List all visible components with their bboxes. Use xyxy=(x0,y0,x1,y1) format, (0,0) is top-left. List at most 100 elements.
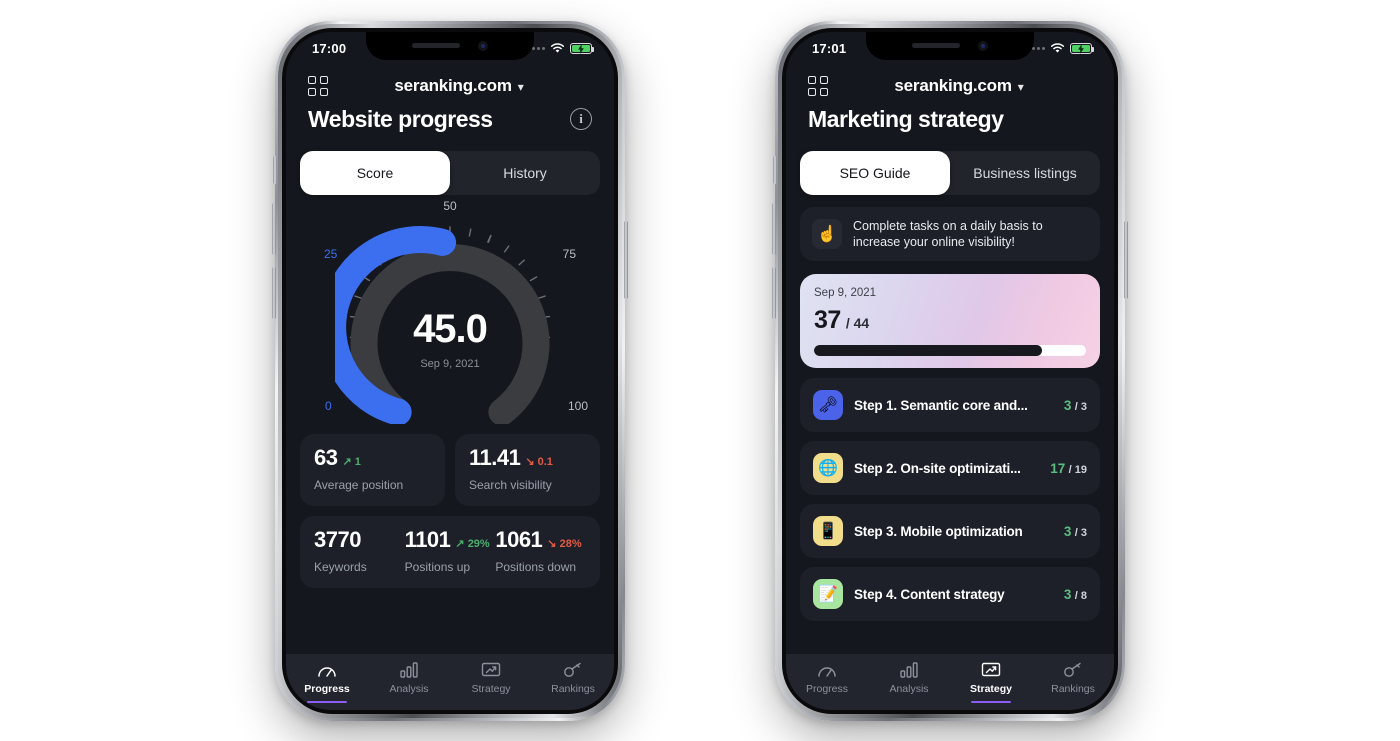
nav-label: Analysis xyxy=(389,682,429,695)
step-title: Step 1. Semantic core and... xyxy=(854,397,1028,413)
nav-item-progress[interactable]: Progress xyxy=(286,661,368,703)
info-icon[interactable]: i xyxy=(570,108,592,130)
tab-score[interactable]: Score xyxy=(300,150,450,195)
nav-item-strategy[interactable]: Strategy xyxy=(450,661,532,704)
step-done: 17 xyxy=(1050,460,1066,476)
domain-selector[interactable]: seranking.com ▾ xyxy=(824,76,1094,96)
notch xyxy=(866,31,1034,60)
progress-count: 37 / 44 xyxy=(814,306,1086,335)
stat-positions-up: 1101 ↗ 29% Positions up xyxy=(404,526,496,574)
gauge-label-75: 75 xyxy=(562,246,576,261)
domain-label: seranking.com xyxy=(394,75,512,95)
daily-progress-card[interactable]: Sep 9, 2021 37 / 44 xyxy=(800,274,1100,368)
paper-plane-icon: 📝 xyxy=(813,579,843,609)
nav-item-rankings[interactable]: Rankings xyxy=(1032,661,1114,704)
stat-label: Keywords xyxy=(314,559,367,574)
score-history-tabs: Score History xyxy=(300,150,600,195)
tab-seo-guide[interactable]: SEO Guide xyxy=(800,150,950,195)
key-icon: 🗝 xyxy=(813,390,843,420)
volume-down-button[interactable] xyxy=(272,266,276,319)
step-total: / 3 xyxy=(1074,526,1087,539)
stat-positions-down: 1061 ↘ 28% Positions down xyxy=(495,528,586,574)
battery-charging-icon xyxy=(570,43,595,54)
active-underline xyxy=(971,700,1011,703)
stat-delta: ↘ 28% xyxy=(547,537,581,550)
stat-cards: 63 ↗ 1 Average position 11.41 ↘ 0.1 Sear… xyxy=(286,433,614,588)
volume-up-button[interactable] xyxy=(772,202,776,255)
stat-value-group: 1061 ↘ 28% xyxy=(495,528,586,551)
nav-item-progress[interactable]: Progress xyxy=(786,661,868,704)
chevron-down-icon: ▾ xyxy=(517,79,524,94)
stat-label: Positions up xyxy=(404,559,471,574)
trending-up-screen-icon xyxy=(481,661,501,680)
list-item[interactable]: 🌐 Step 2. On-site optimizati... 17 / 19 xyxy=(800,441,1100,495)
stat-delta: ↗ 29% xyxy=(455,537,489,550)
stat-delta: ↘ 0.1 xyxy=(525,455,553,468)
tab-history-label: History xyxy=(503,164,547,181)
mobile-phone-icon: 📱 xyxy=(813,516,843,546)
progress-completed: 37 xyxy=(814,306,841,334)
power-button[interactable] xyxy=(1124,220,1128,299)
phone-screen-right: 17:01 seranking.com ▾ Marketing strategy… xyxy=(786,31,1114,710)
step-total: / 3 xyxy=(1074,400,1087,413)
gauge-label-100: 100 xyxy=(567,398,588,413)
stat-card-average-position[interactable]: 63 ↗ 1 Average position xyxy=(300,433,445,506)
score-gauge: 50 25 75 0 100 45.0 Sep 9, 2021 xyxy=(286,199,614,434)
volume-up-button[interactable] xyxy=(272,202,276,255)
list-item[interactable]: 📱 Step 3. Mobile optimization 3 / 3 xyxy=(800,504,1100,558)
step-title: Step 3. Mobile optimization xyxy=(854,523,1023,539)
guide-listings-tabs: SEO Guide Business listings xyxy=(800,150,1100,195)
domain-selector[interactable]: seranking.com ▾ xyxy=(324,76,594,96)
stat-delta: ↗ 1 xyxy=(342,455,360,468)
tab-business-listings[interactable]: Business listings xyxy=(950,151,1100,195)
tab-score-label: Score xyxy=(356,164,394,181)
arrow-up-icon: ↗ xyxy=(455,537,465,550)
gauge-center: 45.0 Sep 9, 2021 xyxy=(286,307,614,370)
stat-card-keywords-group[interactable]: 3770 Keywords 1101 ↗ 29% Positions up 10… xyxy=(300,515,600,588)
stat-label: Positions down xyxy=(495,559,577,574)
nav-item-analysis[interactable]: Analysis xyxy=(368,661,450,704)
silent-switch[interactable] xyxy=(773,155,777,184)
step-done: 3 xyxy=(1063,397,1072,413)
nav-item-analysis[interactable]: Analysis xyxy=(868,661,950,704)
stat-value-group: 63 ↗ 1 xyxy=(314,446,431,469)
status-indicators xyxy=(1027,43,1095,54)
progress-date: Sep 9, 2021 xyxy=(814,287,877,299)
phone-left: 17:00 seranking.com ▾ Website progress i… xyxy=(272,20,628,721)
globe-money-icon: 🌐 xyxy=(813,453,843,483)
chevron-down-icon: ▾ xyxy=(1017,79,1024,94)
wifi-icon xyxy=(550,43,565,54)
step-count: 3 / 8 xyxy=(1064,587,1087,602)
steps-list: 🗝 Step 1. Semantic core and... 3 / 3 🌐 S… xyxy=(800,378,1100,621)
phone-screen-left: 17:00 seranking.com ▾ Website progress i… xyxy=(286,31,614,710)
progress-bar xyxy=(814,345,1086,356)
step-title: Step 2. On-site optimizati... xyxy=(854,460,1021,476)
list-item[interactable]: 🗝 Step 1. Semantic core and... 3 / 3 xyxy=(800,378,1100,432)
nav-item-strategy[interactable]: Strategy xyxy=(950,661,1032,703)
silent-switch[interactable] xyxy=(273,155,277,184)
stat-value: 1101 xyxy=(404,526,451,552)
banner-text: Complete tasks on a daily basis to incre… xyxy=(853,218,1043,249)
key-icon xyxy=(563,661,583,680)
bar-chart-icon xyxy=(400,661,418,680)
tab-history[interactable]: History xyxy=(450,151,600,195)
arrow-down-icon: ↘ xyxy=(525,455,535,468)
power-button[interactable] xyxy=(624,220,628,299)
stat-label: Average position xyxy=(314,477,404,492)
nav-item-rankings[interactable]: Rankings xyxy=(532,661,614,704)
step-done: 3 xyxy=(1063,586,1072,602)
stat-card-search-visibility[interactable]: 11.41 ↘ 0.1 Search visibility xyxy=(455,433,600,506)
app-header: seranking.com ▾ xyxy=(786,66,1114,100)
list-item[interactable]: 📝 Step 4. Content strategy 3 / 8 xyxy=(800,567,1100,621)
step-done: 3 xyxy=(1063,523,1072,539)
page-title-row: Website progress i xyxy=(286,100,614,133)
stat-label: Search visibility xyxy=(469,477,552,492)
step-count: 3 / 3 xyxy=(1064,524,1087,539)
nav-label: Analysis xyxy=(889,682,929,695)
volume-down-button[interactable] xyxy=(772,266,776,319)
step-count: 3 / 3 xyxy=(1064,398,1087,413)
bottom-nav-left: Progress Analysis Strategy Rankings xyxy=(286,653,614,710)
nav-label: Rankings xyxy=(551,682,595,695)
step-title: Step 4. Content strategy xyxy=(854,586,1005,602)
status-time: 17:01 xyxy=(812,41,847,56)
